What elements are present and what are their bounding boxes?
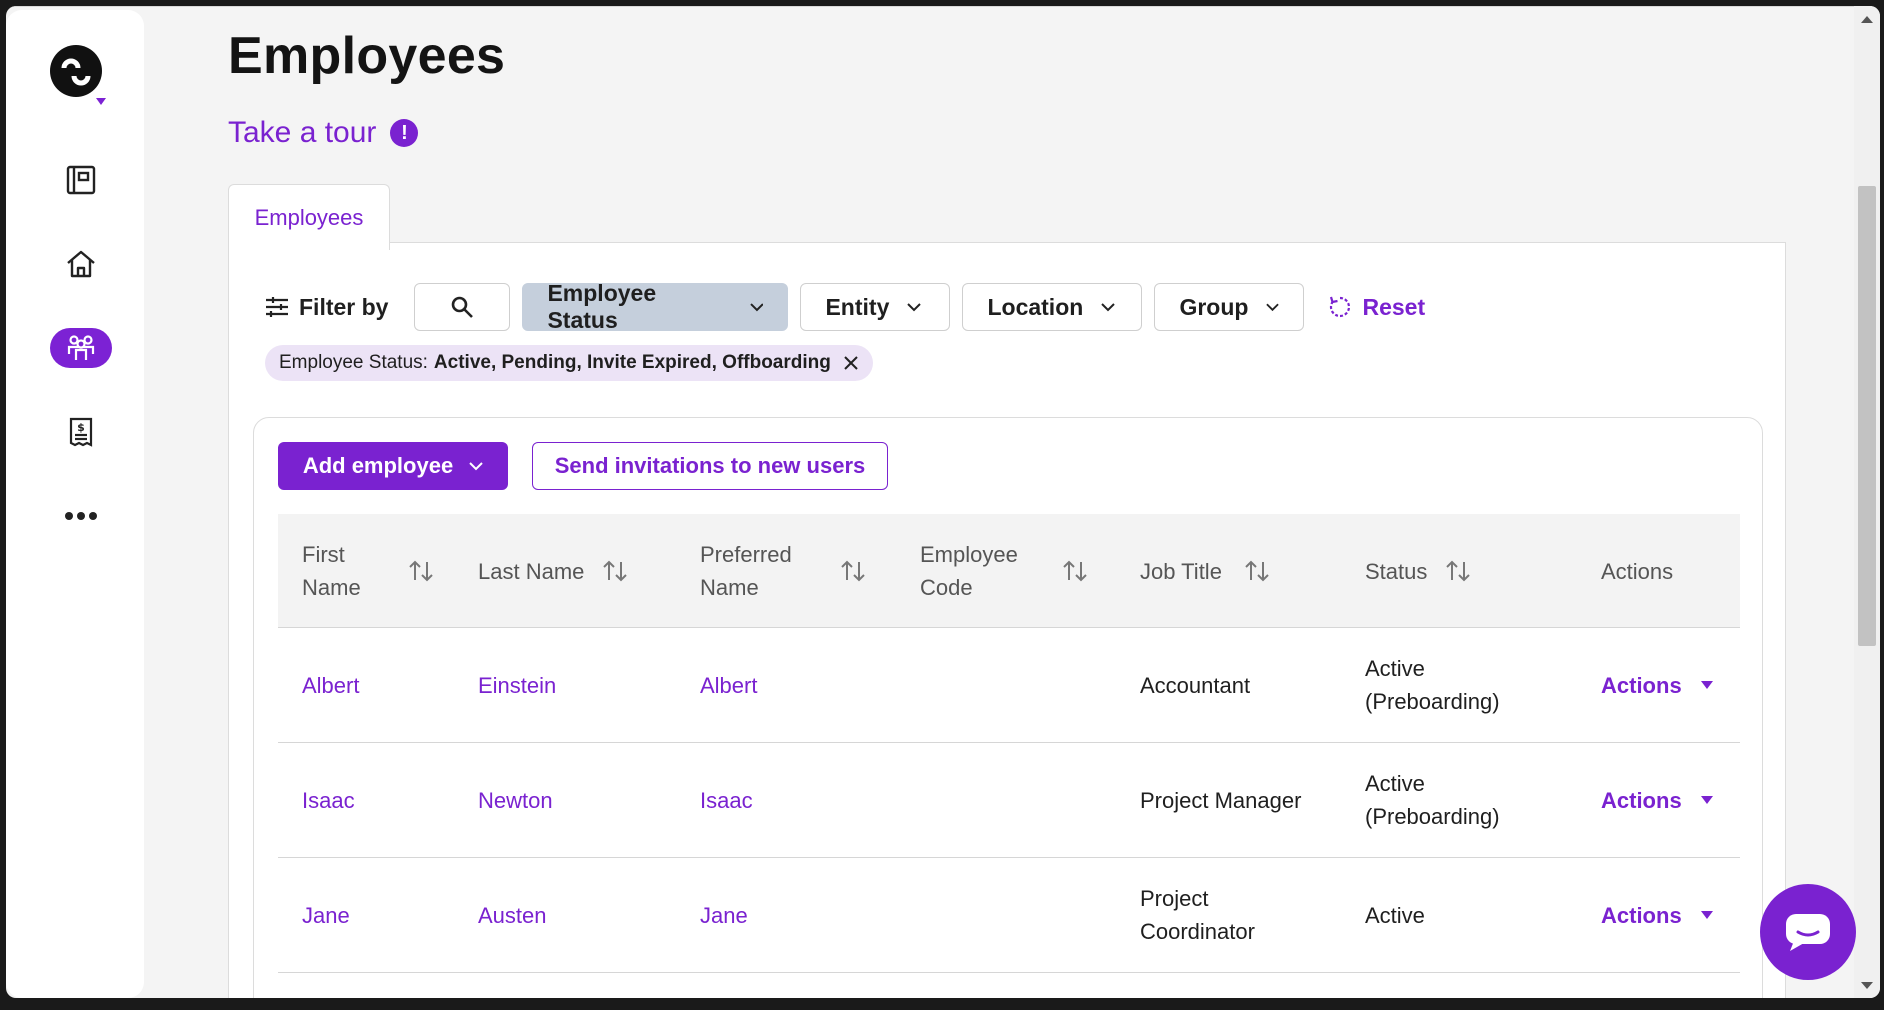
employee-status-filter-label: Employee Status bbox=[547, 280, 657, 333]
add-employee-label: Add employee bbox=[302, 453, 454, 478]
sort-icon bbox=[1445, 560, 1471, 582]
active-filter-key: Employee Status: bbox=[279, 352, 428, 373]
caret-down-icon bbox=[1700, 796, 1713, 804]
chevron-down-icon bbox=[1101, 302, 1116, 311]
actions-dropdown[interactable]: Actions bbox=[1601, 858, 1714, 972]
group-filter-label: Group bbox=[1179, 293, 1249, 320]
reset-button[interactable]: Reset bbox=[1328, 294, 1425, 321]
employees-table-card: Add employee Send invitations to new use… bbox=[253, 417, 1763, 998]
active-filter-value: Active, Pending, Invite Expired, Offboar… bbox=[433, 352, 831, 373]
employee-status-filter[interactable]: Employee Status bbox=[522, 280, 789, 333]
filter-by-label: Filter by bbox=[265, 294, 388, 321]
column-header-last-name[interactable]: Last Name bbox=[478, 514, 628, 628]
sort-employee-code[interactable] bbox=[1062, 514, 1092, 628]
sort-icon bbox=[840, 560, 866, 582]
first-name-cell[interactable]: Albert bbox=[302, 628, 359, 742]
preferred-name-cell[interactable]: Albert bbox=[700, 628, 757, 742]
table-row: Albert Einstein Albert Accountant Active… bbox=[278, 628, 1740, 743]
actions-dropdown[interactable]: Actions bbox=[1601, 743, 1714, 857]
info-icon: ! bbox=[390, 119, 419, 147]
logo-icon[interactable] bbox=[44, 38, 114, 108]
reset-label: Reset bbox=[1362, 293, 1426, 320]
job-title-cell: Project Manager bbox=[1140, 787, 1302, 813]
take-a-tour-link[interactable]: Take a tour ! bbox=[228, 116, 419, 150]
chevron-down-icon bbox=[907, 302, 922, 311]
vertical-scrollbar[interactable] bbox=[1854, 6, 1880, 998]
main-content: Employees Take a tour ! Employees Filter… bbox=[144, 6, 1844, 998]
handbook-icon[interactable] bbox=[50, 160, 112, 200]
caret-down-icon bbox=[1700, 681, 1713, 689]
actions-label: Actions bbox=[1601, 902, 1682, 928]
first-name-cell[interactable]: Jane bbox=[302, 858, 350, 972]
last-name-cell[interactable]: Newton bbox=[478, 743, 553, 857]
location-filter-label: Location bbox=[987, 293, 1084, 320]
app-window: $ Employees Take a tour ! Employees Filt… bbox=[6, 6, 1880, 998]
caret-down-icon bbox=[1700, 911, 1713, 919]
reset-icon bbox=[1330, 296, 1351, 318]
home-icon[interactable] bbox=[50, 244, 112, 284]
first-name-cell[interactable]: Isaac bbox=[302, 743, 355, 857]
scroll-down-arrow[interactable] bbox=[1861, 982, 1873, 989]
scroll-thumb[interactable] bbox=[1858, 186, 1876, 646]
take-a-tour-label: Take a tour bbox=[228, 116, 377, 149]
sidebar: $ bbox=[6, 10, 144, 998]
entity-filter[interactable]: Entity bbox=[800, 283, 951, 331]
filter-bar: Filter by Employee Status Entity Locatio… bbox=[265, 280, 1425, 333]
actions-label: Actions bbox=[1601, 672, 1682, 698]
table-row: Isaac Newton Isaac Project Manager Activ… bbox=[278, 743, 1740, 858]
filter-by-text: Filter by bbox=[299, 293, 389, 320]
column-header-status[interactable]: Status bbox=[1365, 514, 1495, 628]
employees-panel: Filter by Employee Status Entity Locatio… bbox=[228, 242, 1786, 998]
active-filter-chip: Employee Status: Active, Pending, Invite… bbox=[265, 345, 873, 381]
search-button[interactable] bbox=[414, 283, 511, 331]
sort-icon bbox=[602, 560, 628, 582]
more-icon[interactable] bbox=[50, 496, 112, 536]
status-cell: Active bbox=[1365, 902, 1425, 928]
last-name-cell[interactable]: Einstein bbox=[478, 628, 556, 742]
sort-preferred-name[interactable] bbox=[840, 514, 870, 628]
status-cell: Active (Preboarding) bbox=[1365, 656, 1500, 714]
chat-icon bbox=[1786, 914, 1830, 951]
column-header-employee-code: Employee Code bbox=[920, 542, 1018, 600]
actions-label: Actions bbox=[1601, 787, 1682, 813]
entity-filter-label: Entity bbox=[825, 293, 890, 320]
svg-text:$: $ bbox=[77, 421, 85, 434]
column-header-preferred-name: Preferred Name bbox=[700, 542, 792, 600]
tab-employees[interactable]: Employees bbox=[228, 184, 390, 250]
status-cell: Active (Preboarding) bbox=[1365, 771, 1500, 829]
sort-icon bbox=[408, 560, 434, 582]
page-title: Employees bbox=[228, 27, 506, 85]
preferred-name-cell[interactable]: Jane bbox=[700, 858, 748, 972]
table-row: Jane Austen Jane Project Coordinator Acti… bbox=[278, 858, 1740, 973]
location-filter[interactable]: Location bbox=[962, 283, 1143, 331]
people-icon[interactable] bbox=[50, 328, 112, 368]
filter-sliders-icon bbox=[266, 297, 288, 317]
add-employee-button[interactable]: Add employee bbox=[278, 442, 508, 490]
sort-icon bbox=[1062, 560, 1088, 582]
sort-icon bbox=[1244, 560, 1270, 582]
chevron-down-icon bbox=[749, 302, 764, 311]
column-header-actions: Actions bbox=[1601, 558, 1674, 584]
group-filter[interactable]: Group bbox=[1154, 283, 1305, 331]
chevron-down-icon bbox=[1266, 303, 1280, 311]
column-header-first-name: First Name bbox=[302, 542, 361, 600]
job-title-cell: Accountant bbox=[1140, 672, 1251, 698]
actions-dropdown[interactable]: Actions bbox=[1601, 628, 1714, 742]
payroll-receipt-icon[interactable]: $ bbox=[50, 412, 112, 452]
column-header-job-title[interactable]: Job Title bbox=[1140, 514, 1290, 628]
last-name-cell[interactable]: Austen bbox=[478, 858, 547, 972]
close-icon[interactable] bbox=[843, 355, 859, 371]
sort-first-name[interactable] bbox=[408, 514, 438, 628]
chat-button[interactable] bbox=[1760, 884, 1856, 980]
job-title-cell: Project Coordinator bbox=[1140, 886, 1255, 944]
preferred-name-cell[interactable]: Isaac bbox=[700, 743, 753, 857]
table-header: First Name Last Name Preferred Name Empl… bbox=[278, 514, 1740, 628]
search-icon bbox=[452, 296, 474, 318]
scroll-up-arrow[interactable] bbox=[1861, 16, 1873, 23]
chevron-down-icon bbox=[469, 461, 483, 470]
send-invitations-button[interactable]: Send invitations to new users bbox=[532, 442, 888, 490]
